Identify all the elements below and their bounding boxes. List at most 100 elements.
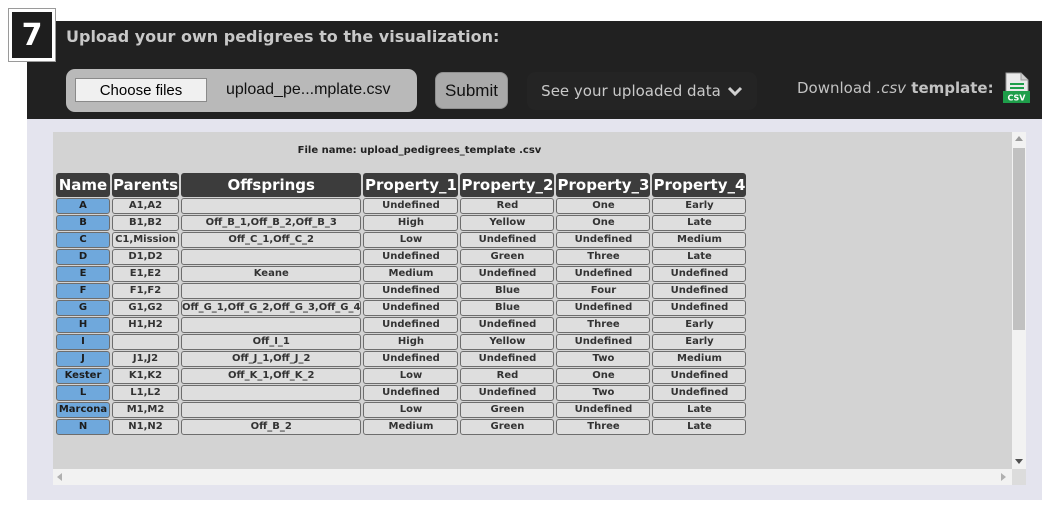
table-row: C C1,Mission Off_C_1,Off_C_2 Low Undefined Un… [56, 232, 747, 248]
table-row: L L1,L2 Undefined Undefined Two Undefined [56, 385, 747, 401]
column-header: Property_2 [460, 173, 555, 197]
upload-title: Upload your own pedigrees to the visuali… [66, 27, 500, 46]
name-cell: E [56, 266, 110, 282]
table-cell: C1,Mission [112, 232, 179, 248]
table-cell: Undefined [556, 300, 651, 316]
table-cell: Undefined [363, 198, 459, 214]
table-cell: Low [363, 402, 459, 418]
see-uploaded-data-dropdown[interactable]: See your uploaded data [527, 72, 757, 110]
table-header-row: Name Parents Offsprings Property_1 Prope… [56, 173, 747, 197]
column-header: Parents [112, 173, 179, 197]
scroll-up-arrow-icon[interactable] [1015, 136, 1023, 141]
name-cell: N [56, 419, 110, 435]
table-row: B B1,B2 Off_B_1,Off_B_2,Off_B_3 High Yellow O… [56, 215, 747, 231]
upload-header: Upload your own pedigrees to the visuali… [27, 21, 1042, 119]
table-cell: Undefined [460, 351, 555, 367]
table-row: N N1,N2 Off_B_2 Medium Green Three Late [56, 419, 747, 435]
name-cell: C [56, 232, 110, 248]
table-cell: Late [652, 215, 747, 231]
name-cell: B [56, 215, 110, 231]
file-name-label: File name: upload_pedigrees_template .cs… [297, 145, 542, 156]
file-input-group: Choose files upload_pe...mplate.csv [66, 69, 417, 112]
download-suffix: template: [906, 79, 994, 97]
download-template-label: Download .csv template: [797, 79, 994, 97]
table-cell: Off_G_1,Off_G_2,Off_G_3,Off_G_4 [181, 300, 362, 316]
table-cell: Red [460, 368, 555, 384]
name-cell: D [56, 249, 110, 265]
table-row: Marcona M1,M2 Low Green Undefined Late [56, 402, 747, 418]
table-row: G G1,G2 Off_G_1,Off_G_2,Off_G_3,Off_G_4 Und… [56, 300, 747, 316]
table-cell: F1,F2 [112, 283, 179, 299]
download-prefix: Download [797, 79, 877, 97]
scrollbar-corner [1012, 469, 1026, 485]
table-cell: H1,H2 [112, 317, 179, 333]
table-cell: Undefined [363, 351, 459, 367]
csv-file-icon[interactable]: CSV [1002, 72, 1032, 108]
table-cell: Late [652, 249, 747, 265]
table-cell: Medium [652, 232, 747, 248]
table-cell: Undefined [363, 249, 459, 265]
step-badge: 7 [8, 8, 56, 62]
table-row: I Off_I_1 High Yellow Undefined Early [56, 334, 747, 350]
table-cell: Three [556, 419, 651, 435]
table-cell: Off_B_1,Off_B_2,Off_B_3 [181, 215, 362, 231]
table-row: J J1,J2 Off_J_1,Off_J_2 Undefined Undefined T… [56, 351, 747, 367]
scrollbar-thumb[interactable] [1013, 148, 1025, 330]
table-body: A A1,A2 Undefined Red One Early B B1,B2 Off_B_1,… [56, 198, 747, 435]
name-cell: I [56, 334, 110, 350]
table-cell: One [556, 198, 651, 214]
table-cell: Off_I_1 [181, 334, 362, 350]
submit-button[interactable]: Submit [435, 72, 508, 109]
table-cell: G1,G2 [112, 300, 179, 316]
table-cell: Undefined [652, 385, 747, 401]
choose-files-button[interactable]: Choose files [75, 78, 207, 102]
column-header: Offsprings [181, 173, 362, 197]
table-cell: Green [460, 402, 555, 418]
table-cell [181, 283, 362, 299]
scroll-down-arrow-icon[interactable] [1015, 459, 1023, 464]
table-cell: Undefined [556, 402, 651, 418]
table-cell: Undefined [460, 266, 555, 282]
name-cell: F [56, 283, 110, 299]
table-cell [181, 402, 362, 418]
table-area: File name: upload_pedigrees_template .cs… [53, 132, 1013, 469]
table-cell: J1,J2 [112, 351, 179, 367]
name-cell: A [56, 198, 110, 214]
table-cell [181, 317, 362, 333]
table-row: A A1,A2 Undefined Red One Early [56, 198, 747, 214]
table-row: E E1,E2 Keane Medium Undefined Undefined Undef… [56, 266, 747, 282]
table-cell: L1,L2 [112, 385, 179, 401]
table-cell: Blue [460, 283, 555, 299]
table-cell: Red [460, 198, 555, 214]
table-cell: Undefined [556, 232, 651, 248]
table-cell: Undefined [460, 385, 555, 401]
table-cell: D1,D2 [112, 249, 179, 265]
table-cell: Early [652, 317, 747, 333]
table-cell: Three [556, 317, 651, 333]
table-cell: Undefined [652, 266, 747, 282]
table-cell: Undefined [652, 300, 747, 316]
column-header: Name [56, 173, 110, 197]
table-row: D D1,D2 Undefined Green Three Late [56, 249, 747, 265]
table-cell: Undefined [363, 317, 459, 333]
table-row: F F1,F2 Undefined Blue Four Undefined [56, 283, 747, 299]
table-cell: Two [556, 351, 651, 367]
table-cell: Undefined [556, 334, 651, 350]
column-header: Property_1 [363, 173, 459, 197]
table-cell: M1,M2 [112, 402, 179, 418]
scroll-right-arrow-icon[interactable] [1001, 473, 1006, 481]
table-cell: Undefined [363, 283, 459, 299]
table-cell: Early [652, 334, 747, 350]
vertical-scrollbar[interactable] [1012, 132, 1026, 469]
table-cell: Late [652, 419, 747, 435]
table-cell: Undefined [652, 283, 747, 299]
pedigree-table: Name Parents Offsprings Property_1 Prope… [54, 172, 748, 436]
table-cell: High [363, 215, 459, 231]
scroll-left-arrow-icon[interactable] [57, 473, 62, 481]
table-cell: One [556, 368, 651, 384]
horizontal-scrollbar[interactable] [53, 469, 1013, 485]
name-cell: J [56, 351, 110, 367]
table-cell: Yellow [460, 334, 555, 350]
table-cell: Medium [363, 266, 459, 282]
name-cell: G [56, 300, 110, 316]
